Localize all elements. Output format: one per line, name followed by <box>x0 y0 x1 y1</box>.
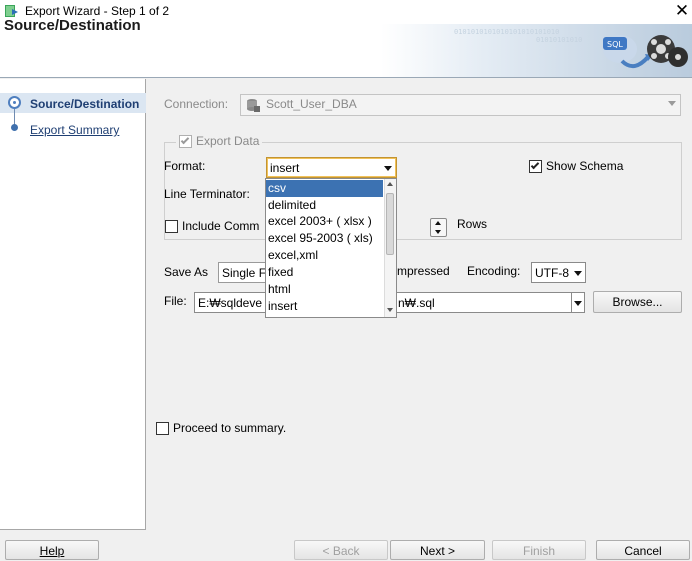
encoding-value: UTF-8 <box>535 266 569 280</box>
nav-bottom-divider <box>0 529 146 530</box>
format-select[interactable]: insert <box>266 157 397 178</box>
page-title: Source/Destination <box>4 17 141 34</box>
format-option[interactable]: delimited <box>266 197 383 214</box>
file-path-prefix: E:₩sqldeve <box>198 296 263 310</box>
format-option[interactable]: html <box>266 281 383 298</box>
encoding-label: Encoding: <box>467 264 521 278</box>
format-option[interactable]: insert <box>266 298 383 315</box>
next-button[interactable]: Next > <box>390 540 485 560</box>
proceed-to-summary-checkbox[interactable] <box>156 422 169 435</box>
file-label: File: <box>164 294 187 308</box>
file-history-button[interactable] <box>571 292 585 313</box>
step-bullet-icon <box>11 124 18 131</box>
connection-value: Scott_User_DBA <box>266 97 357 111</box>
chevron-down-icon <box>574 301 582 306</box>
nav-item-export-summary[interactable]: Export Summary <box>30 123 119 137</box>
compressed-label: mpressed <box>397 264 450 278</box>
nav-item-source-destination[interactable]: Source/Destination <box>30 97 139 111</box>
window-title: Export Wizard - Step 1 of 2 <box>25 4 170 18</box>
proceed-to-summary-label: Proceed to summary. <box>173 421 287 435</box>
export-database-icon: SQL <box>603 35 688 69</box>
wizard-step-nav <box>0 79 146 530</box>
export-data-label: Export Data <box>196 134 260 148</box>
chevron-down-icon <box>668 101 676 106</box>
export-data-group-label: Export Data <box>176 134 263 148</box>
header-binary-text-2: 01010101010 <box>536 36 583 44</box>
include-label: Include Comm <box>182 219 260 233</box>
back-button[interactable]: < Back <box>294 540 388 560</box>
chevron-down-icon <box>384 166 392 171</box>
browse-button[interactable]: Browse... <box>593 291 682 313</box>
show-schema-label: Show Schema <box>546 159 624 173</box>
rows-label: Rows <box>457 217 488 231</box>
format-option[interactable]: csv <box>266 180 383 197</box>
current-step-icon <box>8 96 21 109</box>
include-checkbox[interactable] <box>165 220 178 233</box>
export-data-checkbox[interactable] <box>179 134 192 148</box>
rows-spinner[interactable] <box>430 218 447 237</box>
format-dropdown-list: csv delimited excel 2003+ ( xlsx ) excel… <box>265 178 397 318</box>
line-terminator-label: Line Terminator: <box>164 187 250 201</box>
scroll-up-icon[interactable] <box>387 182 393 186</box>
svg-text:SQL: SQL <box>607 40 623 49</box>
format-label: Format: <box>164 159 206 173</box>
format-select-value: insert <box>270 161 300 175</box>
encoding-select[interactable]: UTF-8 <box>531 262 586 283</box>
save-as-value: Single F <box>222 266 267 280</box>
format-option[interactable]: fixed <box>266 264 383 281</box>
header-binary-text: 0101010101010101010101010 <box>454 28 560 36</box>
file-path-suffix: n₩.sql <box>398 296 435 310</box>
show-schema-checkbox[interactable] <box>529 160 542 173</box>
finish-button[interactable]: Finish <box>492 540 586 560</box>
close-icon[interactable]: ✕ <box>672 1 692 21</box>
save-as-select[interactable]: Single F <box>218 262 268 283</box>
save-as-label: Save As <box>164 265 209 279</box>
format-option[interactable]: excel,xml <box>266 247 383 264</box>
cancel-button[interactable]: Cancel <box>596 540 690 560</box>
connection-label: Connection: <box>164 97 229 111</box>
format-option[interactable]: excel 95-2003 ( xls) <box>266 230 383 247</box>
scroll-down-icon[interactable] <box>387 308 393 312</box>
format-option[interactable]: excel 2003+ ( xlsx ) <box>266 213 383 230</box>
dropdown-scrollbar-thumb[interactable] <box>386 193 394 255</box>
chevron-down-icon <box>574 271 582 276</box>
database-connection-icon <box>247 99 260 112</box>
help-button-label: Help <box>39 544 65 558</box>
help-button[interactable]: Help <box>5 540 99 560</box>
